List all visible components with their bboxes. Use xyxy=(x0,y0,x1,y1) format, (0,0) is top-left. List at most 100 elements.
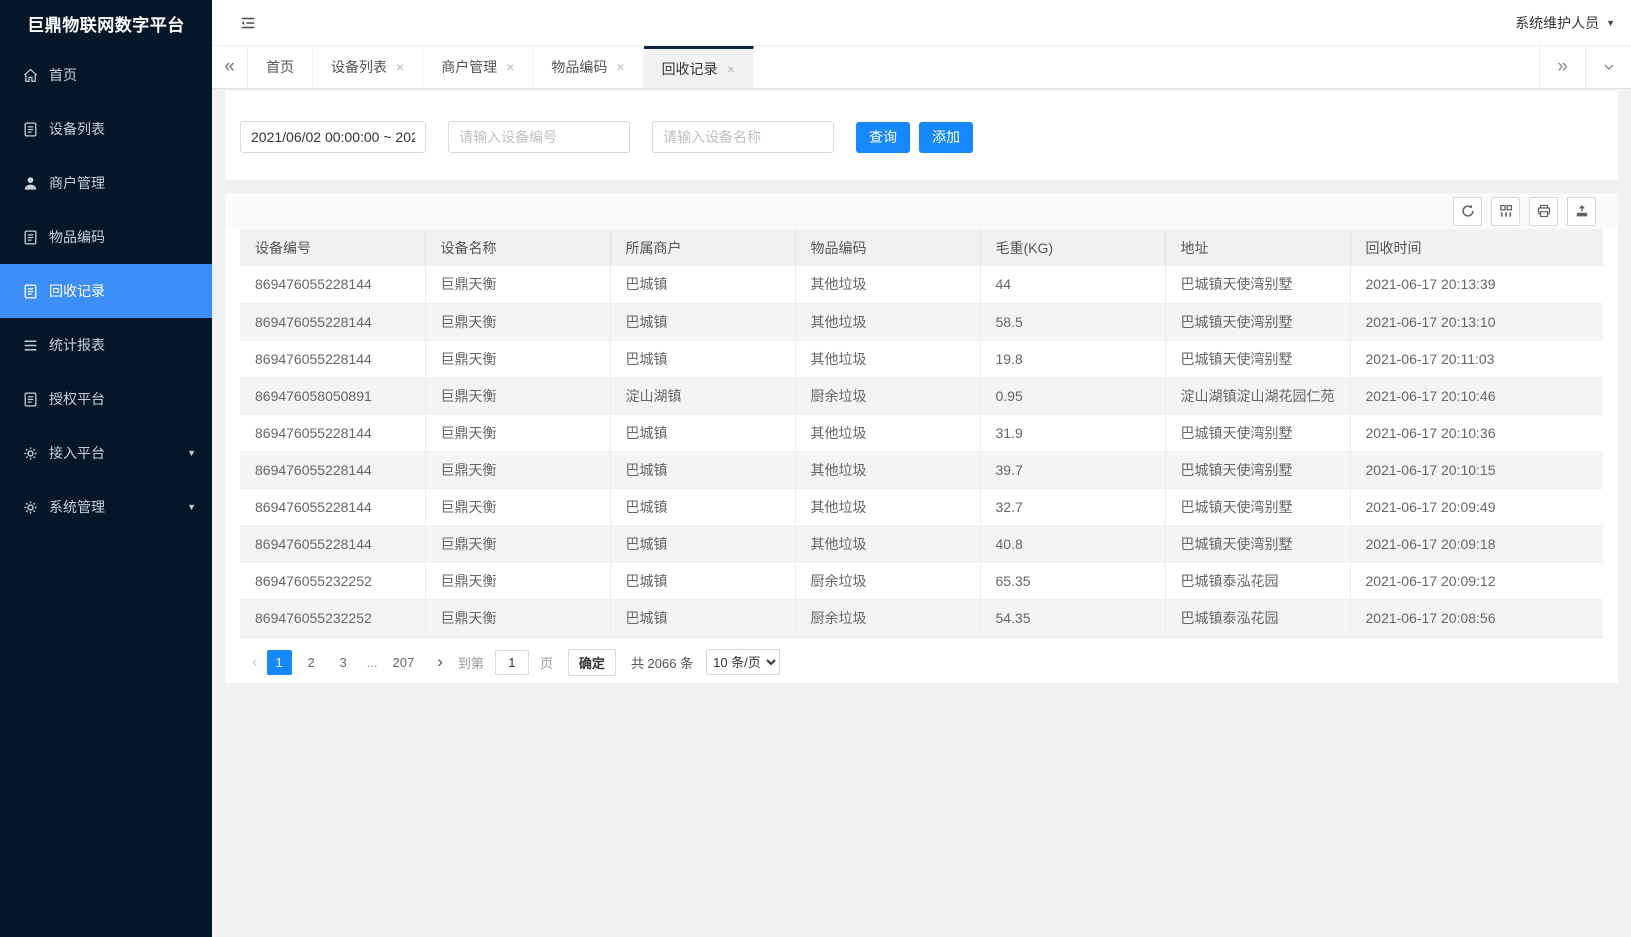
table-row[interactable]: 869476058050891巨鼎天衡淀山湖镇厨余垃圾0.95淀山湖镇淀山湖花园… xyxy=(240,377,1603,414)
table-cell: 淀山湖镇 xyxy=(610,377,795,414)
pager-ellipsis: ... xyxy=(363,650,382,675)
sidebar-item-label: 首页 xyxy=(49,65,77,85)
refresh-button[interactable] xyxy=(1453,197,1482,226)
tab-label: 物品编码 xyxy=(551,57,607,77)
close-icon[interactable]: × xyxy=(727,62,735,76)
sidebar-item-home[interactable]: 首页 xyxy=(0,48,212,102)
sidebar-item-recycle-records[interactable]: 回收记录 xyxy=(0,264,212,318)
table-cell: 2021-06-17 20:09:49 xyxy=(1350,488,1603,525)
tab-home[interactable]: 首页 xyxy=(248,46,313,88)
sidebar-item-system-mgmt[interactable]: 系统管理▼ xyxy=(0,480,212,534)
user-icon xyxy=(22,175,39,192)
pager-page-3[interactable]: 3 xyxy=(331,650,356,675)
caret-down-icon: ▼ xyxy=(1606,18,1615,28)
tab-label: 首页 xyxy=(266,57,294,77)
table-cell: 巴城镇 xyxy=(610,451,795,488)
tab-item-code[interactable]: 物品编码 × xyxy=(533,46,643,88)
table-row[interactable]: 869476055228144巨鼎天衡巴城镇其他垃圾39.7巴城镇天使湾别墅20… xyxy=(240,451,1603,488)
table-cell: 2021-06-17 20:11:03 xyxy=(1350,340,1603,377)
chevrons-left-icon: « xyxy=(224,56,235,78)
close-icon[interactable]: × xyxy=(396,60,404,74)
print-button[interactable] xyxy=(1529,197,1558,226)
table-cell: 869476055232252 xyxy=(240,599,425,636)
table-cell: 869476055228144 xyxy=(240,525,425,562)
table-row[interactable]: 869476055228144巨鼎天衡巴城镇其他垃圾58.5巴城镇天使湾别墅20… xyxy=(240,303,1603,340)
table-cell: 厨余垃圾 xyxy=(795,599,980,636)
device-name-input[interactable] xyxy=(652,121,834,153)
table-row[interactable]: 869476055228144巨鼎天衡巴城镇其他垃圾40.8巴城镇天使湾别墅20… xyxy=(240,525,1603,562)
sidebar-item-merchant-mgmt[interactable]: 商户管理 xyxy=(0,156,212,210)
table-cell: 869476055232252 xyxy=(240,562,425,599)
table-cell: 巨鼎天衡 xyxy=(425,488,610,525)
table-cell: 其他垃圾 xyxy=(795,451,980,488)
pager-page-207[interactable]: 207 xyxy=(389,650,419,675)
doc-icon xyxy=(22,391,39,408)
table-cell: 巴城镇天使湾别墅 xyxy=(1165,340,1350,377)
table-wrap: 设备编号设备名称所属商户物品编码毛重(KG)地址回收时间 86947605522… xyxy=(225,229,1618,637)
pager-prev-button[interactable]: ‹ xyxy=(252,652,258,672)
tabs-right-controls: » xyxy=(1539,46,1631,88)
sidebar-item-item-code[interactable]: 物品编码 xyxy=(0,210,212,264)
table-cell: 巴城镇 xyxy=(610,488,795,525)
table-cell: 2021-06-17 20:08:56 xyxy=(1350,599,1603,636)
date-range-input[interactable] xyxy=(240,121,426,153)
table-cell: 巴城镇天使湾别墅 xyxy=(1165,488,1350,525)
page-size-select[interactable]: 10 条/页 xyxy=(706,649,780,675)
jump-page-input[interactable] xyxy=(495,650,529,675)
table-header-row: 设备编号设备名称所属商户物品编码毛重(KG)地址回收时间 xyxy=(240,229,1603,266)
tabs-scroll-left-button[interactable]: « xyxy=(212,46,248,88)
sidebar-item-auth-platform[interactable]: 授权平台 xyxy=(0,372,212,426)
table-row[interactable]: 869476055232252巨鼎天衡巴城镇厨余垃圾65.35巴城镇泰泓花园20… xyxy=(240,562,1603,599)
tab-label: 商户管理 xyxy=(441,57,497,77)
table-cell: 其他垃圾 xyxy=(795,266,980,303)
table-row[interactable]: 869476055232252巨鼎天衡巴城镇厨余垃圾54.35巴城镇泰泓花园20… xyxy=(240,599,1603,636)
pager-next-button[interactable]: › xyxy=(437,652,443,672)
user-menu[interactable]: 系统维护人员 ▼ xyxy=(1515,13,1615,33)
add-button[interactable]: 添加 xyxy=(919,122,973,153)
column-header: 设备编号 xyxy=(240,229,425,266)
device-number-input[interactable] xyxy=(448,121,630,153)
table-cell: 2021-06-17 20:09:18 xyxy=(1350,525,1603,562)
menu-fold-icon xyxy=(240,15,256,31)
tabs-menu-button[interactable] xyxy=(1585,46,1631,88)
table-cell: 巴城镇天使湾别墅 xyxy=(1165,303,1350,340)
table-cell: 其他垃圾 xyxy=(795,525,980,562)
close-icon[interactable]: × xyxy=(506,60,514,74)
chevrons-right-icon: » xyxy=(1557,56,1568,78)
tab-label: 设备列表 xyxy=(331,57,387,77)
table-row[interactable]: 869476055228144巨鼎天衡巴城镇其他垃圾32.7巴城镇天使湾别墅20… xyxy=(240,488,1603,525)
sidebar-item-access-platform[interactable]: 接入平台▼ xyxy=(0,426,212,480)
export-button[interactable] xyxy=(1567,197,1596,226)
table-row[interactable]: 869476055228144巨鼎天衡巴城镇其他垃圾44巴城镇天使湾别墅2021… xyxy=(240,266,1603,303)
table-cell: 2021-06-17 20:13:10 xyxy=(1350,303,1603,340)
pager-page-1[interactable]: 1 xyxy=(267,650,292,675)
table-cell: 巴城镇 xyxy=(610,525,795,562)
pager-page-2[interactable]: 2 xyxy=(299,650,324,675)
jump-confirm-button[interactable]: 确定 xyxy=(568,649,616,676)
sidebar-item-stats-report[interactable]: 统计报表 xyxy=(0,318,212,372)
table-row[interactable]: 869476055228144巨鼎天衡巴城镇其他垃圾19.8巴城镇天使湾别墅20… xyxy=(240,340,1603,377)
jump-page-unit-label: 页 xyxy=(540,653,553,672)
table-cell: 869476055228144 xyxy=(240,488,425,525)
column-header: 毛重(KG) xyxy=(980,229,1165,266)
columns-icon xyxy=(1498,203,1514,219)
tab-recycle-records[interactable]: 回收记录× xyxy=(644,46,754,88)
sidebar-item-device-list[interactable]: 设备列表 xyxy=(0,102,212,156)
table-cell: 巴城镇 xyxy=(610,266,795,303)
table-cell: 0.95 xyxy=(980,377,1165,414)
sidebar-collapse-button[interactable] xyxy=(240,15,256,31)
tab-merchant-mgmt[interactable]: 商户管理 × xyxy=(423,46,533,88)
tabs-scroll-right-button[interactable]: » xyxy=(1539,46,1585,88)
table-cell: 869476055228144 xyxy=(240,266,425,303)
home-icon xyxy=(22,67,39,84)
close-icon[interactable]: × xyxy=(616,60,624,74)
caret-down-icon: ▼ xyxy=(187,502,196,512)
tab-device-list[interactable]: 设备列表 × xyxy=(313,46,423,88)
table-cell: 巨鼎天衡 xyxy=(425,451,610,488)
table-cell: 其他垃圾 xyxy=(795,414,980,451)
columns-button[interactable] xyxy=(1491,197,1520,226)
search-button[interactable]: 查询 xyxy=(856,122,910,153)
tabs-list: 首页设备列表×商户管理×物品编码×回收记录× xyxy=(248,46,754,88)
sidebar-item-label: 接入平台 xyxy=(49,443,105,463)
table-row[interactable]: 869476055228144巨鼎天衡巴城镇其他垃圾31.9巴城镇天使湾别墅20… xyxy=(240,414,1603,451)
